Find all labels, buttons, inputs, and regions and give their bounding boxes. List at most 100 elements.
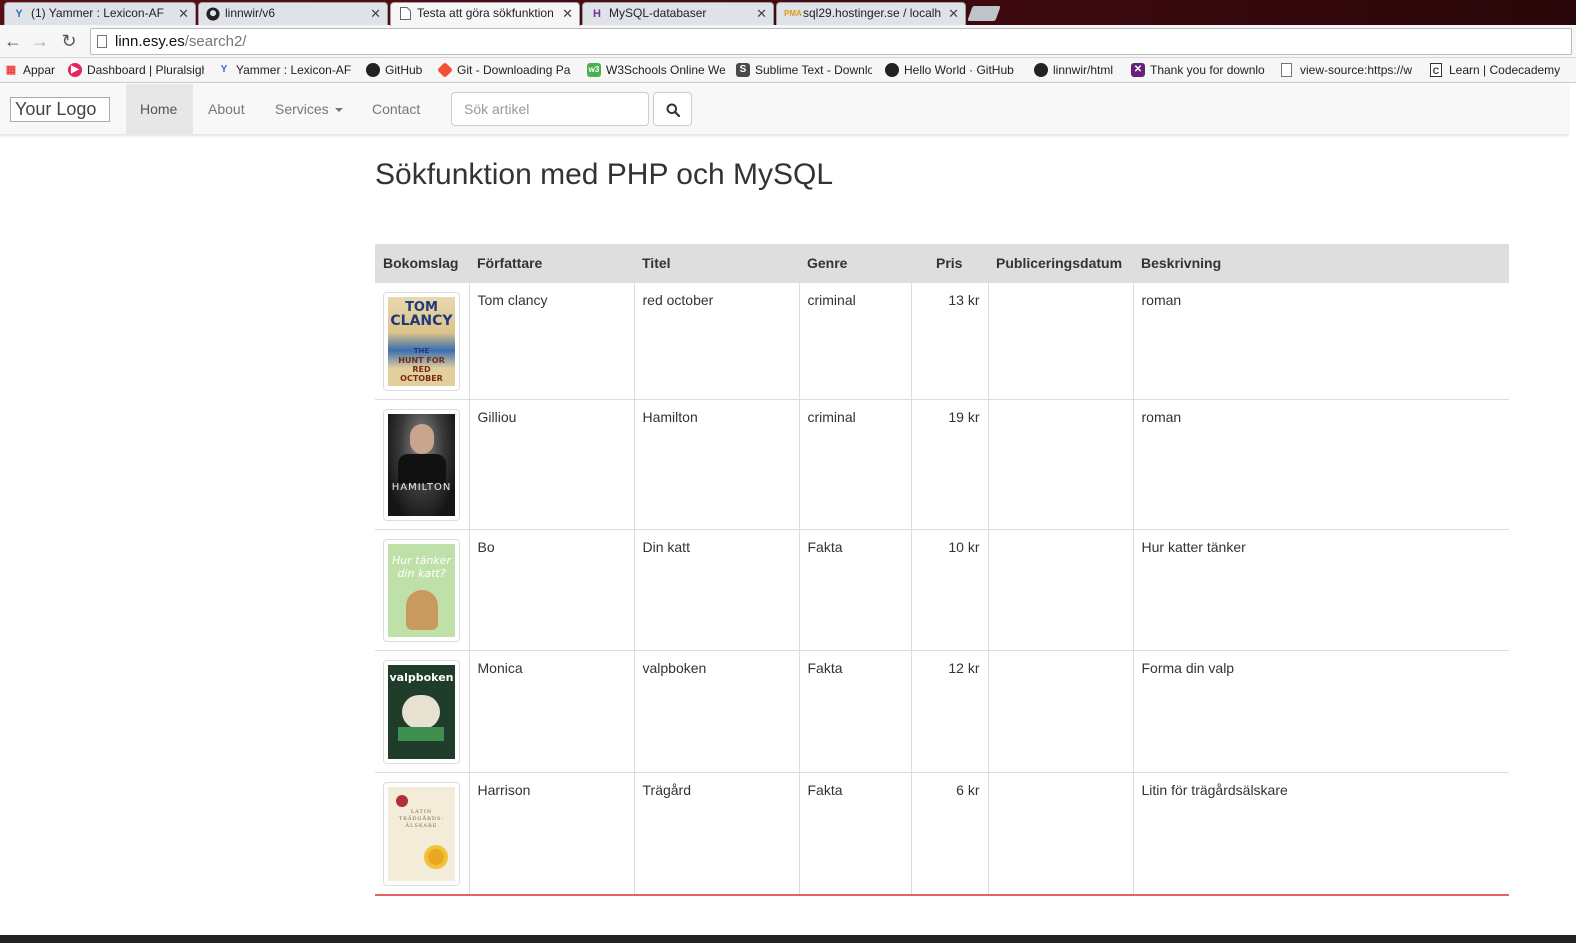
page-title: Sökfunktion med PHP och MySQL — [375, 158, 833, 191]
description-cell: Litin för trägårdsälskare — [1132, 771, 1509, 896]
nav-services-label: Services — [275, 101, 329, 117]
visual-studio-icon: ✕ — [1131, 63, 1145, 77]
bookmark-pluralsight[interactable]: ▶ Dashboard | Pluralsigh — [68, 62, 204, 79]
genre-cell: criminal — [798, 281, 911, 399]
author-cell: Bo — [468, 528, 634, 650]
close-icon[interactable]: ✕ — [370, 3, 381, 24]
bookmark-label: Thank you for downlo — [1150, 63, 1265, 77]
nav-contact-label: Contact — [372, 101, 421, 117]
cover-text: valpboken — [389, 670, 454, 684]
bookmark-git[interactable]: Git - Downloading Pa — [438, 62, 574, 79]
puppy-illustration — [402, 694, 440, 729]
title-cell: Din katt — [633, 528, 799, 650]
site-navbar: Your Logo Home About Services Contact — [0, 84, 1568, 135]
description-cell: Hur katter tänker — [1132, 528, 1509, 650]
cat-illustration — [406, 589, 438, 630]
column-header-title: Titel — [634, 244, 799, 282]
book-cover-image[interactable]: HAMILTON — [383, 408, 460, 521]
browser-tab-yammer[interactable]: Y (1) Yammer : Lexicon-AF ✕ — [4, 2, 196, 25]
browser-tab-active[interactable]: Testa att göra sökfunktion ✕ — [390, 2, 580, 26]
price-cell: 12 kr — [910, 649, 988, 772]
caret-down-icon — [334, 108, 343, 113]
sunflower-illustration — [424, 844, 448, 869]
address-bar[interactable]: linn.esy.es/search2/ — [90, 28, 1572, 55]
cover-cell: valpboken — [375, 649, 469, 772]
page-icon — [1281, 63, 1292, 77]
bookmark-label: Git - Downloading Pa — [457, 63, 571, 77]
search-button[interactable] — [653, 92, 692, 126]
book-cover-image[interactable]: Hur tänker din katt? — [383, 538, 460, 642]
search-input[interactable] — [451, 92, 649, 126]
close-icon[interactable]: ✕ — [756, 3, 767, 24]
bookmark-label: GitHub — [385, 63, 423, 77]
bookmark-linnwir-html[interactable]: linnwir/html — [1034, 62, 1124, 79]
cover-text: din katt? — [397, 566, 446, 580]
cover-text: HUNT FOR RED — [398, 355, 445, 374]
author-cell: Harrison — [468, 771, 634, 896]
nav-services-dropdown[interactable]: Services — [260, 84, 358, 135]
close-icon[interactable]: ✕ — [948, 3, 959, 24]
column-header-published: Publiceringsdatum — [988, 244, 1133, 282]
tab-title: sql29.hostinger.se / localh — [803, 6, 942, 20]
browser-toolbar: ← → ↻ linn.esy.es/search2/ — [0, 25, 1576, 58]
cover-text: TRÄDGÅRDS- — [398, 815, 445, 822]
cover-text: HAMILTON — [391, 481, 452, 493]
table-row: Hur tänker din katt? Bo Din katt Fakta 1… — [375, 528, 1509, 650]
cover-cell: LATIN TRÄDGÅRDS- ÄLSKARE — [375, 771, 469, 896]
table-row: TOM CLANCY THE HUNT FOR RED OCTOBER Tom … — [375, 281, 1509, 399]
table-header-row: Bokomslag Författare Titel Genre Pris Pu… — [375, 244, 1509, 282]
tab-title: MySQL-databaser — [609, 6, 707, 20]
price-cell: 6 kr — [910, 771, 988, 896]
yammer-icon: Y — [220, 64, 228, 75]
bookmark-sublime[interactable]: S Sublime Text - Downlo — [736, 62, 872, 79]
tab-title: Testa att göra sökfunktion — [417, 6, 554, 20]
cover-text: CLANCY — [390, 312, 453, 329]
description-cell: Forma din valp — [1132, 649, 1509, 772]
published-cell — [987, 398, 1133, 529]
page-icon — [398, 7, 412, 21]
browser-tab-github[interactable]: linnwir/v6 ✕ — [198, 2, 388, 25]
cover-text: ÄLSKARE — [405, 822, 438, 829]
book-cover-image[interactable]: TOM CLANCY THE HUNT FOR RED OCTOBER — [383, 291, 460, 391]
apps-grid-icon: ▦ — [5, 64, 17, 76]
nav-about[interactable]: About — [193, 84, 260, 135]
portrait-face — [410, 423, 434, 454]
search-icon — [666, 103, 680, 117]
url-path: /search2/ — [184, 33, 247, 50]
new-tab-button[interactable] — [967, 6, 1001, 21]
github-icon — [206, 7, 220, 21]
title-cell: Trägård — [633, 771, 799, 896]
bookmark-view-source[interactable]: view-source:https://w — [1281, 62, 1417, 79]
close-icon[interactable]: ✕ — [178, 3, 189, 24]
bookmark-thank-you[interactable]: ✕ Thank you for downlo — [1131, 62, 1269, 79]
site-logo[interactable]: Your Logo — [10, 97, 110, 122]
genre-cell: Fakta — [798, 528, 911, 650]
book-cover-image[interactable]: LATIN TRÄDGÅRDS- ÄLSKARE — [383, 781, 460, 886]
bookmark-codecademy[interactable]: C Learn | Codecademy — [1430, 62, 1560, 79]
price-cell: 10 kr — [910, 528, 988, 650]
bookmark-w3schools[interactable]: w3 W3Schools Online We — [587, 62, 725, 79]
bookmark-label: Sublime Text - Downlo — [755, 63, 872, 77]
book-cover-image[interactable]: valpboken — [383, 659, 460, 764]
column-header-price: Pris — [911, 244, 988, 282]
reload-icon[interactable]: ↻ — [58, 30, 80, 52]
cover-cell: TOM CLANCY THE HUNT FOR RED OCTOBER — [375, 281, 469, 399]
bookmark-yammer[interactable]: Y Yammer : Lexicon-AF — [217, 62, 355, 79]
bookmark-label: view-source:https://w — [1300, 63, 1413, 77]
bookmark-apps[interactable]: ▦ Appar — [4, 62, 64, 79]
nav-contact[interactable]: Contact — [357, 84, 435, 135]
cover-cell: Hur tänker din katt? — [375, 528, 469, 650]
nav-home[interactable]: Home — [126, 84, 193, 135]
published-cell — [987, 771, 1133, 896]
browser-tab-phpmyadmin[interactable]: PMA sql29.hostinger.se / localh ✕ — [776, 2, 966, 25]
browser-tab-mysql[interactable]: H MySQL-databaser ✕ — [582, 2, 774, 25]
flower-illustration — [396, 794, 408, 807]
bookmark-github[interactable]: GitHub — [366, 62, 436, 79]
table-row: LATIN TRÄDGÅRDS- ÄLSKARE Harrison Trägår… — [375, 771, 1509, 896]
bookmark-hello-world[interactable]: Hello World · GitHub — [885, 62, 1021, 79]
forward-arrow-icon[interactable]: → — [29, 30, 51, 52]
close-icon[interactable]: ✕ — [562, 3, 573, 24]
logo-alt-text: Your Logo — [15, 99, 97, 119]
back-arrow-icon[interactable]: ← — [2, 30, 24, 52]
sublime-icon: S — [736, 63, 750, 77]
